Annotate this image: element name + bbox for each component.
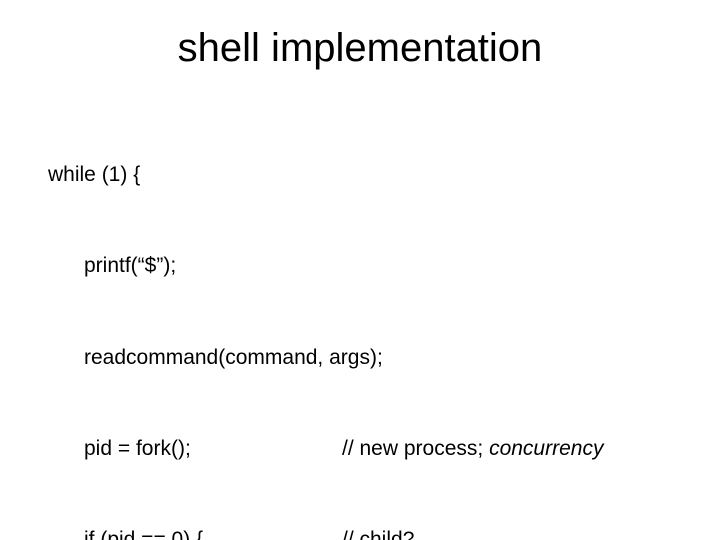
code-line: readcommand(command, args); — [84, 343, 720, 373]
slide-title: shell implementation — [0, 26, 720, 71]
code-line: pid = fork();// new process; concurrency — [84, 434, 720, 464]
code-text: if (pid == 0) { — [84, 525, 342, 540]
code-line: while (1) { — [48, 160, 720, 190]
code-text: pid = fork(); — [84, 434, 342, 464]
code-comment: // new process; — [342, 437, 489, 460]
code-line: printf(“$”); — [84, 251, 720, 281]
code-comment-italic: concurrency — [489, 437, 603, 460]
code-block: while (1) { printf(“$”); readcommand(com… — [0, 99, 720, 540]
slide-container: shell implementation while (1) { printf(… — [0, 0, 720, 540]
code-line: if (pid == 0) {// child? — [84, 525, 720, 540]
code-comment: // child? — [342, 528, 414, 540]
